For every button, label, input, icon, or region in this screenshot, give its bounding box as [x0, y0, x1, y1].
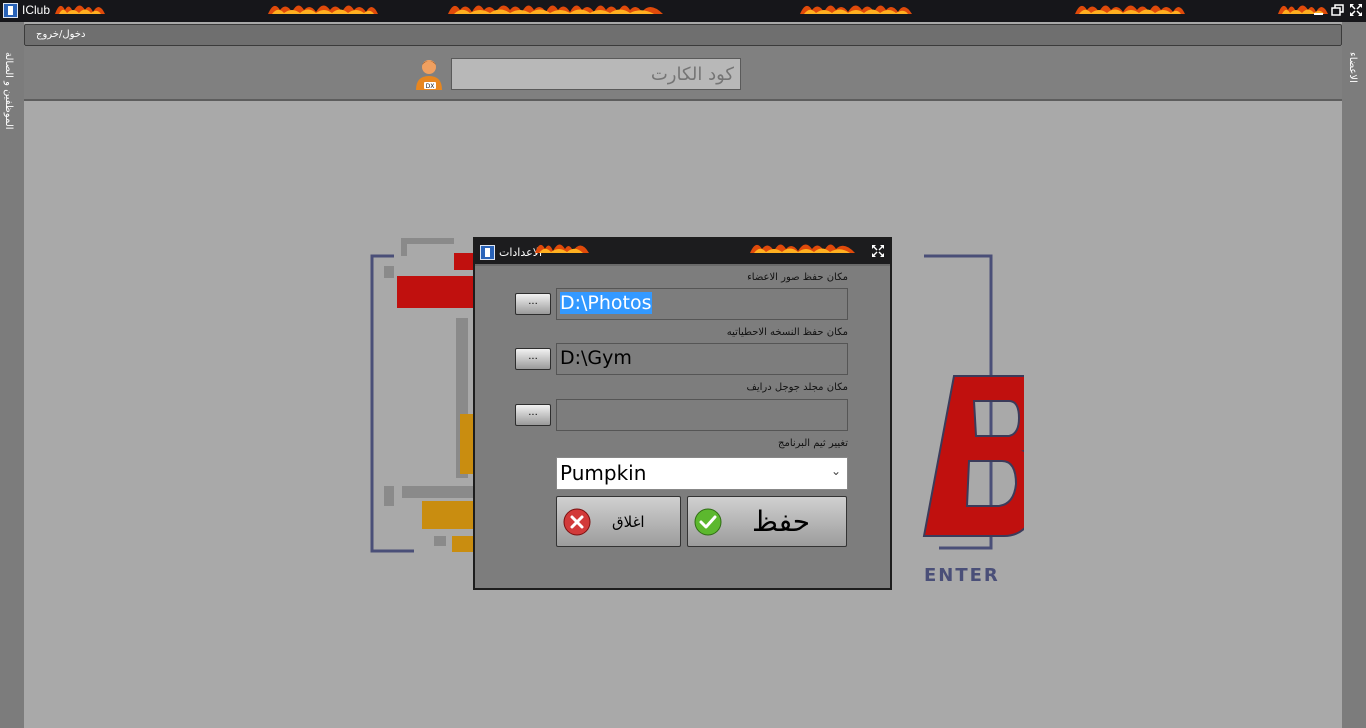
checkmark-icon	[694, 508, 722, 536]
google-drive-browse-button[interactable]: ...	[515, 404, 551, 426]
photos-path-input[interactable]: D:\Photos	[556, 288, 848, 320]
theme-select[interactable]: Pumpkin ⌄	[556, 457, 848, 490]
logo-text: ENTER	[924, 565, 1000, 586]
card-code-input[interactable]	[451, 58, 741, 90]
restore-button[interactable]	[1330, 2, 1346, 18]
photos-browse-button[interactable]: ...	[515, 293, 551, 315]
menu-strip: دخول/خروج	[24, 24, 1342, 46]
members-side-tab[interactable]: الاعضاء	[1342, 22, 1366, 728]
side-tab-label: الاعضاء	[1347, 52, 1358, 83]
flame-decoration-icon	[535, 244, 589, 253]
google-drive-path-label: مكان مجلد جوجل درايف	[746, 382, 848, 393]
theme-label: تغيير ثيم البرنامج	[778, 438, 848, 449]
backup-path-label: مكان حفظ النسخه الاحطياتيه	[726, 327, 848, 338]
fullscreen-button[interactable]	[1348, 2, 1364, 18]
svg-text:DX: DX	[426, 83, 435, 90]
dialog-title-bar[interactable]: الاعدادات	[475, 239, 890, 266]
flame-decoration-icon	[800, 5, 912, 14]
settings-dialog: الاعدادات مكان حفظ صور الاعضاء ... D:\Ph…	[473, 237, 892, 590]
app-icon	[480, 245, 495, 260]
user-dx-icon: DX	[416, 60, 442, 90]
close-x-icon	[563, 508, 591, 536]
title-bar: IClub	[0, 0, 1366, 22]
close-button[interactable]: اغلاق	[556, 496, 681, 547]
app-icon	[3, 3, 18, 18]
window-title: IClub	[22, 3, 51, 17]
backup-path-input[interactable]: D:\Gym	[556, 343, 848, 375]
save-button[interactable]: حفظ	[687, 496, 847, 547]
expand-arrows-icon	[1350, 4, 1362, 16]
backup-browse-button[interactable]: ...	[515, 348, 551, 370]
staff-hall-side-tab[interactable]: الموظفين و الصالة	[0, 22, 24, 728]
chevron-down-icon: ⌄	[830, 464, 841, 478]
minimize-icon	[1314, 13, 1323, 15]
flame-decoration-icon	[448, 5, 663, 14]
flame-decoration-icon	[750, 244, 855, 253]
expand-arrows-icon[interactable]	[871, 244, 885, 258]
login-logout-menu-item[interactable]: دخول/خروج	[36, 29, 85, 40]
card-code-bar: DX	[24, 46, 1342, 101]
save-button-label: حفظ	[752, 505, 811, 538]
google-drive-path-input[interactable]	[556, 399, 848, 431]
restore-icon	[1331, 4, 1344, 16]
side-tab-label: الموظفين و الصالة	[3, 52, 14, 130]
close-button-label: اغلاق	[612, 513, 645, 531]
flame-decoration-icon	[55, 5, 105, 14]
flame-decoration-icon	[1075, 5, 1185, 14]
minimize-button[interactable]	[1311, 2, 1327, 18]
flame-decoration-icon	[268, 5, 378, 14]
photos-path-label: مكان حفظ صور الاعضاء	[747, 272, 848, 283]
